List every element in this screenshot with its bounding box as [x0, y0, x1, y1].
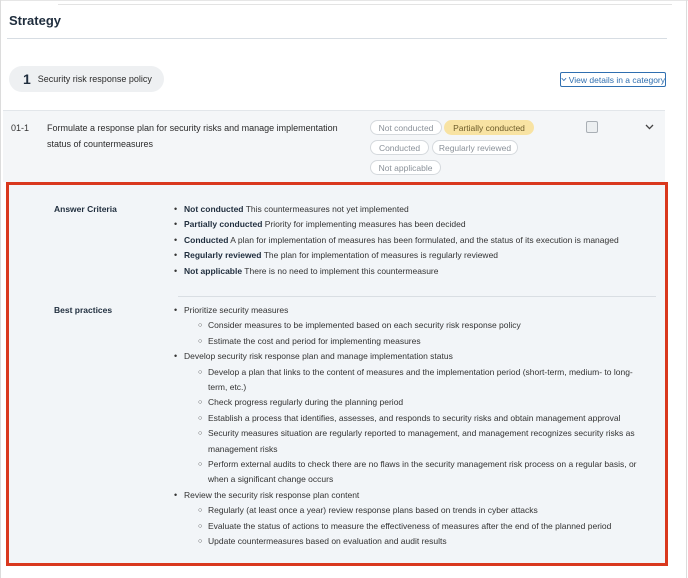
- expand-chevron-down-icon[interactable]: [645, 124, 654, 130]
- option-not-conducted[interactable]: Not conducted: [370, 120, 442, 135]
- option-conducted[interactable]: Conducted: [370, 140, 429, 155]
- frame-top-border: [0, 0, 688, 1]
- option-not-applicable[interactable]: Not applicable: [370, 160, 441, 175]
- chevron-down-icon: [561, 77, 567, 82]
- practice-item: Evaluate the status of actions to measur…: [198, 519, 644, 535]
- frame-left-border: [0, 0, 1, 578]
- item-text: Formulate a response plan for security r…: [47, 123, 338, 149]
- criteria-item: Not applicable There is no need to imple…: [174, 264, 654, 280]
- best-practices-list: Prioritize security measures Consider me…: [174, 303, 644, 550]
- practice-item: Develop a plan that links to the content…: [198, 365, 644, 396]
- practice-item: Regularly (at least once a year) review …: [198, 503, 644, 519]
- practice-group: Review the security risk response plan c…: [174, 488, 644, 550]
- answer-criteria-list: Not conducted This countermeasures not y…: [174, 202, 654, 279]
- practice-item: Consider measures to be implemented base…: [198, 318, 644, 334]
- item-id: 01-1: [11, 123, 30, 133]
- criteria-item: Conducted A plan for implementation of m…: [174, 233, 654, 249]
- practice-item: Update countermeasures based on evaluati…: [198, 534, 644, 550]
- answer-criteria-heading: Answer Criteria: [54, 204, 117, 214]
- top-divider: [58, 4, 672, 5]
- practice-item: Check progress regularly during the plan…: [198, 395, 644, 411]
- item-checkbox[interactable]: [586, 121, 598, 133]
- policy-label: Security risk response policy: [37, 74, 152, 84]
- criteria-item: Regularly reviewed The plan for implemen…: [174, 248, 654, 264]
- option-regularly-reviewed[interactable]: Regularly reviewed: [432, 140, 518, 155]
- criteria-item: Partially conducted Priority for impleme…: [174, 217, 654, 233]
- page-title: Strategy: [9, 13, 62, 28]
- practice-group: Develop security risk response plan and …: [174, 349, 644, 488]
- best-practices-heading: Best practices: [54, 305, 113, 315]
- practice-item: Security measures situation are regularl…: [198, 426, 644, 457]
- view-details-button[interactable]: View details in a category: [560, 72, 666, 87]
- view-details-label: View details in a category: [568, 74, 665, 85]
- practice-group: Prioritize security measures Consider me…: [174, 303, 644, 350]
- detail-panel: Answer Criteria Not conducted This count…: [6, 182, 668, 566]
- practice-item: Estimate the cost and period for impleme…: [198, 334, 644, 350]
- option-partially-conducted[interactable]: Partially conducted: [444, 120, 534, 135]
- practice-item: Establish a process that identifies, ass…: [198, 411, 644, 427]
- title-divider: [7, 38, 667, 39]
- section-divider: [178, 296, 656, 297]
- policy-number: 1: [23, 71, 31, 87]
- question-row: 01-1 Formulate a response plan for secur…: [3, 110, 665, 182]
- practice-item: Perform external audits to check there a…: [198, 457, 644, 488]
- criteria-item: Not conducted This countermeasures not y…: [174, 202, 654, 218]
- policy-category-pill: 1 Security risk response policy: [9, 66, 164, 92]
- frame-right-border: [686, 0, 687, 578]
